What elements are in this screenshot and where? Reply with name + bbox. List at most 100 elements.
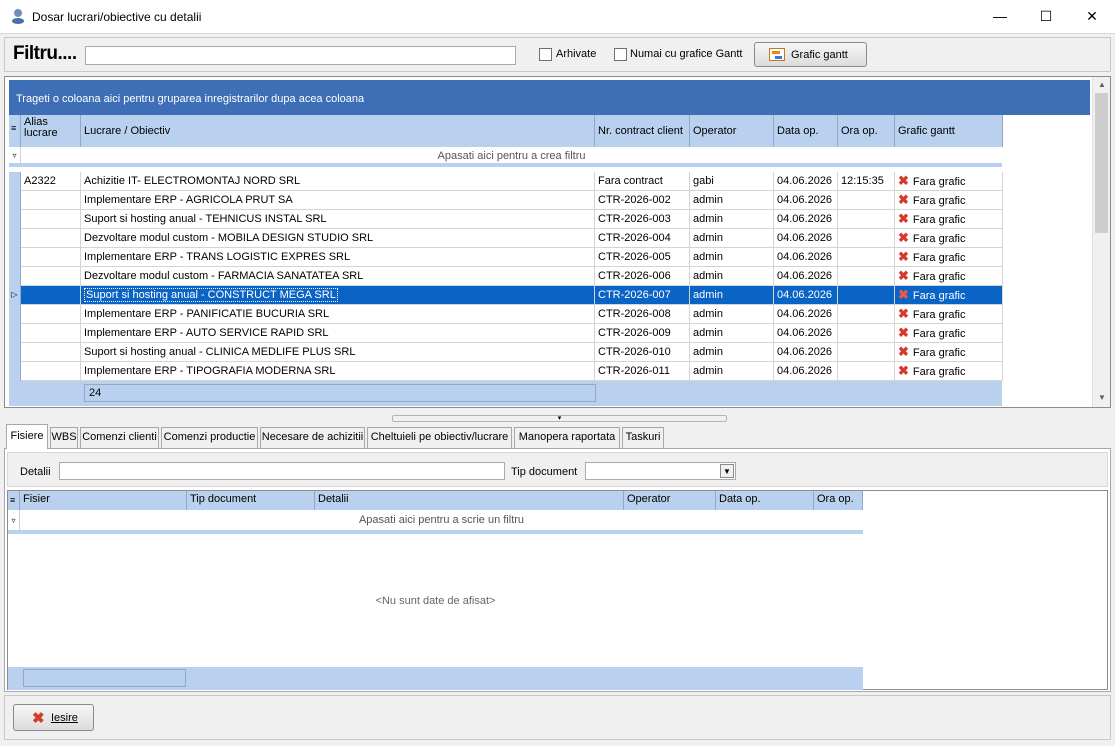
column-header-ora[interactable]: Ora op.: [838, 115, 895, 147]
cell-alias[interactable]: [21, 286, 81, 305]
minimize-button[interactable]: —: [977, 0, 1023, 32]
files-column-data[interactable]: Data op.: [716, 491, 814, 510]
tab-necesare-de-achizitii[interactable]: Necesare de achizitii: [260, 427, 365, 448]
table-row[interactable]: Suport si hosting anual - TEHNICUS INSTA…: [9, 210, 1003, 229]
files-column-detalii[interactable]: Detalii: [315, 491, 624, 510]
cell-data[interactable]: 04.06.2026: [774, 172, 838, 191]
chevron-down-icon[interactable]: ▼: [720, 464, 734, 478]
cell-operator[interactable]: admin: [690, 210, 774, 229]
cell-contract[interactable]: CTR-2026-002: [595, 191, 690, 210]
tab-taskuri[interactable]: Taskuri: [622, 427, 664, 448]
cell-data[interactable]: 04.06.2026: [774, 343, 838, 362]
cell-data[interactable]: 04.06.2026: [774, 362, 838, 381]
exit-button[interactable]: ✖ Iesire: [13, 704, 94, 731]
column-header-operator[interactable]: Operator: [690, 115, 774, 147]
row-indicator[interactable]: [9, 210, 21, 229]
tab-fisiere[interactable]: Fisiere: [6, 424, 48, 449]
files-column-operator[interactable]: Operator: [624, 491, 716, 510]
column-header-gantt[interactable]: Grafic gantt: [895, 115, 1003, 147]
table-row[interactable]: Implementare ERP - TRANS LOGISTIC EXPRES…: [9, 248, 1003, 267]
cell-ora[interactable]: [838, 305, 895, 324]
cell-gantt[interactable]: ✖ Fara grafic: [895, 191, 1003, 210]
splitter-handle[interactable]: ▾: [392, 415, 727, 422]
cell-lucrare[interactable]: Dezvoltare modul custom - FARMACIA SANAT…: [81, 267, 595, 286]
cell-ora[interactable]: 12:15:35: [838, 172, 895, 191]
cell-ora[interactable]: [838, 324, 895, 343]
files-column-ora[interactable]: Ora op.: [814, 491, 863, 510]
cell-gantt[interactable]: ✖ Fara grafic: [895, 305, 1003, 324]
tab-cheltuieli-pe-obiectiv-lucrare[interactable]: Cheltuieli pe obiectiv/lucrare: [367, 427, 512, 448]
cell-ora[interactable]: [838, 267, 895, 286]
cell-contract[interactable]: CTR-2026-009: [595, 324, 690, 343]
files-column-tip[interactable]: Tip document: [187, 491, 315, 510]
row-indicator[interactable]: [9, 248, 21, 267]
cell-ora[interactable]: [838, 343, 895, 362]
cell-operator[interactable]: admin: [690, 362, 774, 381]
cell-data[interactable]: 04.06.2026: [774, 305, 838, 324]
files-column-fisier[interactable]: Fisier: [20, 491, 187, 510]
cell-ora[interactable]: [838, 248, 895, 267]
gantt-only-checkbox[interactable]: [614, 48, 627, 61]
cell-contract[interactable]: CTR-2026-003: [595, 210, 690, 229]
cell-data[interactable]: 04.06.2026: [774, 267, 838, 286]
gantt-chart-button[interactable]: Grafic gantt: [754, 42, 867, 67]
cell-gantt[interactable]: ✖ Fara grafic: [895, 210, 1003, 229]
cell-contract[interactable]: CTR-2026-010: [595, 343, 690, 362]
cell-lucrare[interactable]: Dezvoltare modul custom - MOBILA DESIGN …: [81, 229, 595, 248]
cell-lucrare[interactable]: Suport si hosting anual - TEHNICUS INSTA…: [81, 210, 595, 229]
cell-data[interactable]: 04.06.2026: [774, 248, 838, 267]
cell-alias[interactable]: [21, 362, 81, 381]
cell-data[interactable]: 04.06.2026: [774, 286, 838, 305]
cell-gantt[interactable]: ✖ Fara grafic: [895, 324, 1003, 343]
cell-operator[interactable]: admin: [690, 229, 774, 248]
cell-data[interactable]: 04.06.2026: [774, 229, 838, 248]
cell-gantt[interactable]: ✖ Fara grafic: [895, 267, 1003, 286]
cell-contract[interactable]: CTR-2026-011: [595, 362, 690, 381]
table-row[interactable]: A2322 Achizitie IT- ELECTROMONTAJ NORD SR…: [9, 172, 1003, 191]
table-row[interactable]: Suport si hosting anual - CLINICA MEDLIF…: [9, 343, 1003, 362]
cell-operator[interactable]: admin: [690, 248, 774, 267]
table-row[interactable]: Implementare ERP - PANIFICATIE BUCURIA S…: [9, 305, 1003, 324]
doc-type-select[interactable]: ▼: [585, 462, 736, 480]
column-chooser-icon[interactable]: ≡: [9, 115, 21, 147]
cell-gantt[interactable]: ✖ Fara grafic: [895, 229, 1003, 248]
cell-contract[interactable]: Fara contract: [595, 172, 690, 191]
cell-alias[interactable]: [21, 229, 81, 248]
cell-ora[interactable]: [838, 286, 895, 305]
cell-data[interactable]: 04.06.2026: [774, 191, 838, 210]
cell-gantt[interactable]: ✖ Fara grafic: [895, 286, 1003, 305]
column-chooser-icon[interactable]: ≡: [8, 491, 20, 510]
row-indicator[interactable]: [9, 343, 21, 362]
cell-operator[interactable]: admin: [690, 267, 774, 286]
cell-contract[interactable]: CTR-2026-005: [595, 248, 690, 267]
tab-manopera-raportata[interactable]: Manopera raportata: [514, 427, 620, 448]
grid-filter-row[interactable]: ▿ Apasati aici pentru a crea filtru: [9, 147, 1002, 167]
cell-ora[interactable]: [838, 191, 895, 210]
row-indicator[interactable]: [9, 267, 21, 286]
cell-operator[interactable]: admin: [690, 324, 774, 343]
column-header-lucrare[interactable]: Lucrare / Obiectiv: [81, 115, 595, 147]
row-indicator[interactable]: [9, 172, 21, 191]
table-row[interactable]: Dezvoltare modul custom - MOBILA DESIGN …: [9, 229, 1003, 248]
filter-input[interactable]: [85, 46, 516, 65]
close-button[interactable]: ✕: [1069, 0, 1115, 32]
table-row[interactable]: Implementare ERP - TIPOGRAFIA MODERNA SR…: [9, 362, 1003, 381]
cell-lucrare[interactable]: Implementare ERP - TRANS LOGISTIC EXPRES…: [81, 248, 595, 267]
cell-alias[interactable]: [21, 248, 81, 267]
cell-alias[interactable]: [21, 210, 81, 229]
tab-comenzi-clienti[interactable]: Comenzi clienti: [80, 427, 159, 448]
scroll-up-icon[interactable]: ▲: [1093, 80, 1111, 89]
files-filter-row[interactable]: ▿ Apasati aici pentru a scrie un filtru: [8, 510, 863, 534]
cell-lucrare[interactable]: Implementare ERP - AUTO SERVICE RAPID SR…: [81, 324, 595, 343]
maximize-button[interactable]: ☐: [1023, 0, 1069, 32]
details-input[interactable]: [59, 462, 505, 480]
column-header-data[interactable]: Data op.: [774, 115, 838, 147]
cell-contract[interactable]: CTR-2026-006: [595, 267, 690, 286]
cell-contract[interactable]: CTR-2026-007: [595, 286, 690, 305]
row-indicator[interactable]: [9, 229, 21, 248]
cell-lucrare[interactable]: Implementare ERP - AGRICOLA PRUT SA: [81, 191, 595, 210]
row-indicator[interactable]: [9, 305, 21, 324]
cell-operator[interactable]: admin: [690, 286, 774, 305]
cell-lucrare[interactable]: Suport si hosting anual - CONSTRUCT MEGA…: [81, 286, 595, 305]
cell-gantt[interactable]: ✖ Fara grafic: [895, 172, 1003, 191]
